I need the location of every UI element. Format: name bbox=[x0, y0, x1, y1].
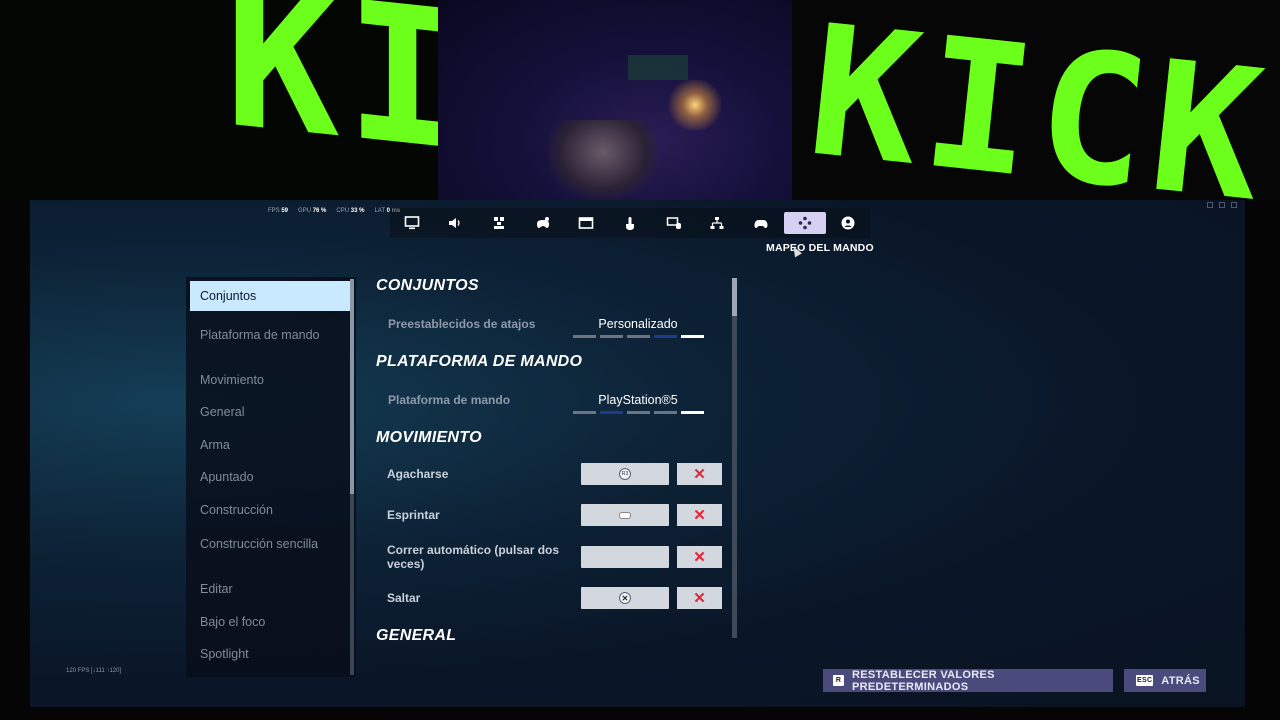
bind-button-agacharse[interactable]: R3 bbox=[581, 463, 669, 485]
panel-scroll-thumb[interactable] bbox=[732, 278, 737, 316]
network-icon bbox=[705, 213, 729, 233]
keyboard-mouse-icon bbox=[662, 213, 686, 233]
esc-key-icon: ESC bbox=[1136, 675, 1154, 686]
tab-keyboard-mouse[interactable] bbox=[652, 208, 696, 238]
window-icon bbox=[574, 213, 598, 233]
gamepad-icon bbox=[749, 213, 773, 233]
account-icon bbox=[836, 213, 860, 233]
game-settings-window: FPS 59 GPU 76 % CPU 33 % LAT 0 ms bbox=[30, 200, 1245, 707]
stream-frame: KI KICK FPS 59 GPU 76 % CPU 33 % LAT 0 m… bbox=[0, 0, 1280, 720]
r3-button-icon: R3 bbox=[619, 468, 631, 480]
tab-controller[interactable] bbox=[739, 208, 783, 238]
bind-label-esprintar: Esprintar bbox=[387, 508, 440, 522]
fps-stat: FPS 59 bbox=[268, 208, 289, 214]
bind-label-saltar: Saltar bbox=[387, 591, 421, 605]
section-title-plataforma: PLATAFORMA DE MANDO bbox=[376, 353, 583, 370]
tab-tooltip: MAPEO DEL MANDO bbox=[766, 242, 874, 254]
settings-panel: CONJUNTOS Preestablecidos de atajos Pers… bbox=[370, 277, 745, 644]
reset-defaults-label: RESTABLECER VALORES PREDETERMINADOS bbox=[852, 668, 995, 693]
sidebar-scrollbar[interactable] bbox=[350, 279, 354, 675]
tab-account[interactable] bbox=[826, 208, 870, 238]
bind-button-correr-automatico[interactable] bbox=[581, 546, 669, 568]
back-label: ATRÁS bbox=[1161, 674, 1200, 687]
platform-option-dots bbox=[572, 411, 704, 414]
sidebar-item-movimiento[interactable]: Movimiento bbox=[190, 369, 350, 391]
bind-button-esprintar[interactable] bbox=[581, 504, 669, 526]
accessibility-icon bbox=[487, 213, 511, 233]
preset-value: Personalizado bbox=[598, 317, 678, 331]
kick-logo-left: KI bbox=[225, 0, 466, 194]
sidebar-item-construccion[interactable]: Construcción bbox=[190, 499, 350, 521]
controller-settings-icon bbox=[531, 213, 555, 233]
performance-overlay: FPS 59 GPU 76 % CPU 33 % LAT 0 ms bbox=[268, 208, 400, 214]
tab-accessibility[interactable] bbox=[477, 208, 521, 238]
clear-bind-saltar[interactable]: ✕ bbox=[677, 587, 722, 609]
speaker-icon bbox=[443, 213, 467, 233]
tab-controller-mapping[interactable] bbox=[783, 208, 827, 238]
webcam-aquarium bbox=[628, 55, 688, 80]
tab-touch[interactable] bbox=[608, 208, 652, 238]
clear-bind-correr-automatico[interactable]: ✕ bbox=[677, 546, 722, 568]
panel-scrollbar[interactable] bbox=[732, 278, 737, 638]
preset-selector[interactable]: Personalizado bbox=[572, 317, 704, 338]
l3-button-icon bbox=[620, 512, 630, 518]
section-title-movimiento: MOVIMIENTO bbox=[376, 429, 482, 446]
cross-button-icon: ✕ bbox=[619, 592, 631, 604]
platform-value: PlayStation®5 bbox=[598, 393, 678, 407]
cpu-stat: CPU 33 % bbox=[336, 208, 365, 214]
preset-label: Preestablecidos de atajos bbox=[388, 317, 536, 331]
webcam-streamer bbox=[548, 120, 658, 200]
sidebar-item-apuntado[interactable]: Apuntado bbox=[190, 466, 350, 488]
sidebar-scroll-thumb[interactable] bbox=[350, 279, 354, 494]
bind-label-correr-automatico: Correr automático (pulsar dos veces) bbox=[387, 543, 560, 571]
tab-network[interactable] bbox=[695, 208, 739, 238]
bind-label-agacharse: Agacharse bbox=[387, 467, 449, 481]
window-controls bbox=[1207, 202, 1237, 208]
tab-audio[interactable] bbox=[434, 208, 478, 238]
sidebar-item-conjuntos[interactable]: Conjuntos bbox=[190, 281, 350, 311]
clear-bind-agacharse[interactable]: ✕ bbox=[677, 463, 722, 485]
fps-counter: 120 FPS [↓111 ↑120] bbox=[66, 668, 122, 674]
bind-button-saltar[interactable]: ✕ bbox=[581, 587, 669, 609]
settings-sidebar: Conjuntos Plataforma de mando Movimiento… bbox=[186, 277, 356, 677]
back-button[interactable]: ESC ATRÁS bbox=[1124, 669, 1206, 692]
close-window-icon[interactable] bbox=[1231, 202, 1237, 208]
tab-controller-settings[interactable] bbox=[521, 208, 565, 238]
webcam-lamp bbox=[665, 80, 725, 130]
minimize-icon[interactable] bbox=[1207, 202, 1213, 208]
sidebar-item-spotlight[interactable]: Spotlight bbox=[190, 643, 350, 665]
maximize-icon[interactable] bbox=[1219, 202, 1225, 208]
preset-option-dots bbox=[572, 335, 704, 338]
section-title-general: GENERAL bbox=[376, 627, 457, 644]
settings-tab-bar bbox=[390, 208, 870, 238]
controller-mapping-icon bbox=[783, 212, 826, 234]
section-title-conjuntos: CONJUNTOS bbox=[376, 277, 479, 294]
touch-icon bbox=[618, 213, 642, 233]
reset-defaults-button[interactable]: R RESTABLECER VALORES PREDETERMINADOS bbox=[823, 668, 1113, 693]
gpu-stat: GPU 76 % bbox=[298, 208, 327, 214]
sidebar-item-general[interactable]: General bbox=[190, 401, 350, 423]
platform-label: Plataforma de mando bbox=[388, 393, 511, 407]
sidebar-item-editar[interactable]: Editar bbox=[190, 578, 350, 600]
monitor-icon bbox=[400, 213, 424, 233]
platform-selector[interactable]: PlayStation®5 bbox=[572, 393, 704, 414]
tab-game-ui[interactable] bbox=[565, 208, 609, 238]
sidebar-item-bajo-el-foco[interactable]: Bajo el foco bbox=[190, 611, 350, 633]
clear-bind-esprintar[interactable]: ✕ bbox=[677, 504, 722, 526]
sidebar-item-plataforma[interactable]: Plataforma de mando bbox=[190, 324, 350, 346]
r-key-icon: R bbox=[833, 675, 844, 686]
sidebar-item-construccion-sencilla[interactable]: Construcción sencilla bbox=[190, 533, 350, 555]
sidebar-item-arma[interactable]: Arma bbox=[190, 434, 350, 456]
tab-video[interactable] bbox=[390, 208, 434, 238]
